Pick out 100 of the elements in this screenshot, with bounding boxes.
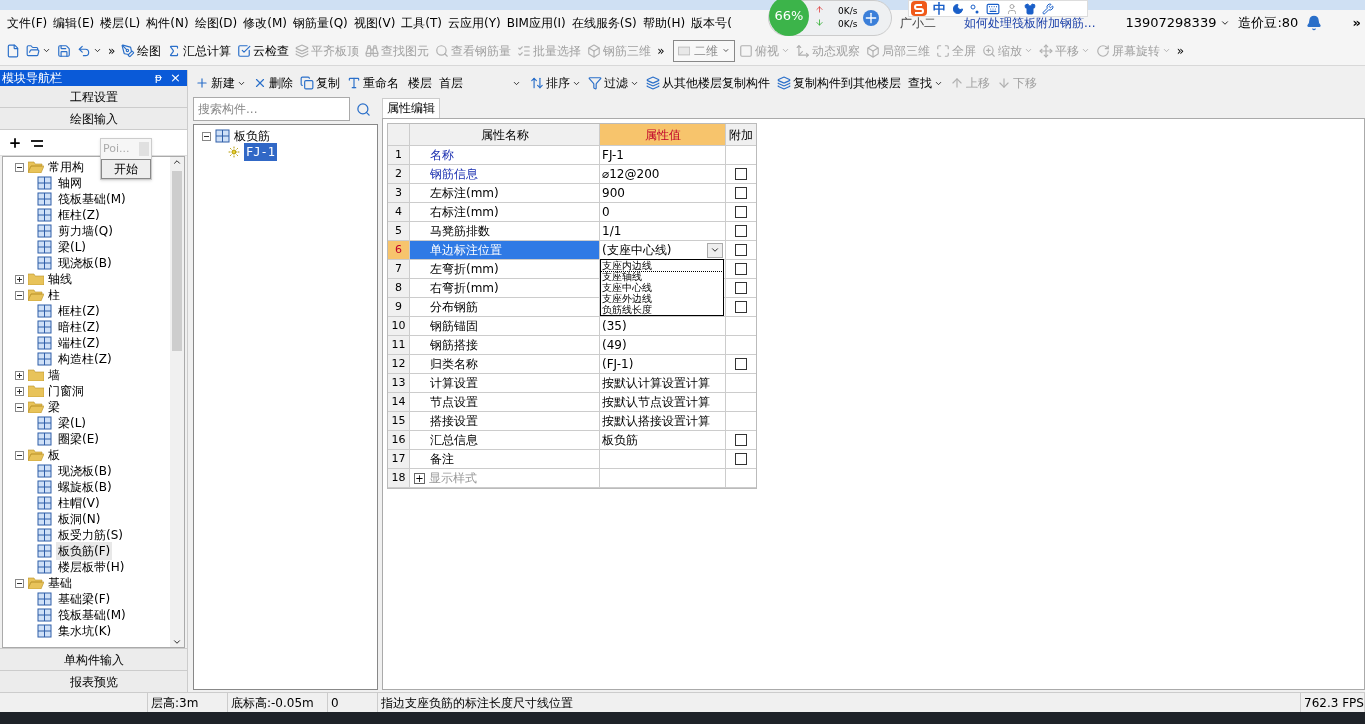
expand-toggle[interactable]: [15, 290, 24, 300]
menu-item[interactable]: 帮助(H): [639, 14, 689, 32]
checkbox[interactable]: [735, 244, 747, 256]
tree-folder[interactable]: 常用构: [48, 158, 84, 176]
dropdown-option[interactable]: 负筋线长度: [601, 304, 723, 315]
plus-icon[interactable]: [863, 10, 880, 26]
dropdown-option[interactable]: 支座中心线: [601, 282, 723, 293]
toolbar-button[interactable]: 过滤: [586, 72, 641, 94]
menu-item[interactable]: 版本号(: [688, 14, 735, 32]
toolbar-button[interactable]: 绘图: [119, 39, 164, 62]
property-value[interactable]: (35): [602, 317, 627, 335]
tree-item[interactable]: 板负筋(F): [56, 542, 113, 560]
property-value[interactable]: 0: [602, 203, 610, 221]
tree-item[interactable]: 基础梁(F): [56, 590, 113, 608]
property-value[interactable]: (FJ-1): [602, 355, 634, 373]
menu-item[interactable]: 楼层(L): [97, 14, 144, 32]
checkbox[interactable]: [735, 168, 747, 180]
scrollbar[interactable]: [170, 157, 184, 647]
more-button[interactable]: »: [1352, 13, 1361, 33]
tree-item[interactable]: 构造柱(Z): [56, 350, 114, 368]
checkbox[interactable]: [735, 434, 747, 446]
menu-item[interactable]: 绘图(D): [191, 14, 241, 32]
toolbar-button[interactable]: 重命名: [345, 72, 401, 94]
dropdown-option[interactable]: 支座轴线: [601, 271, 723, 282]
menu-item[interactable]: 工具(T): [398, 14, 446, 32]
nav-button[interactable]: 单构件输入: [0, 648, 187, 670]
property-value[interactable]: (49): [602, 336, 627, 354]
tree-item[interactable]: 框柱(Z): [56, 206, 102, 224]
tree-item[interactable]: 圈梁(E): [56, 430, 101, 448]
assistant-label[interactable]: 广小二: [900, 14, 936, 32]
search-icon[interactable]: [356, 101, 371, 117]
checkbox[interactable]: [735, 282, 747, 294]
checkbox[interactable]: [735, 358, 747, 370]
keyboard-icon[interactable]: [986, 1, 1000, 16]
scroll-down-icon[interactable]: [172, 637, 182, 647]
wrench-icon[interactable]: [1042, 2, 1054, 15]
tree-item[interactable]: 剪力墙(Q): [56, 222, 115, 240]
toolbar-button[interactable]: 查找: [906, 72, 945, 94]
property-name[interactable]: 名称: [410, 146, 600, 164]
view-select[interactable]: 二维: [672, 39, 735, 62]
tree-item[interactable]: 梁(L): [56, 414, 89, 432]
help-link[interactable]: 如何处理筏板附加钢筋...: [964, 14, 1096, 32]
property-name[interactable]: 左标注(mm): [410, 184, 600, 202]
toolbar-button[interactable]: 删除: [251, 72, 295, 94]
property-name[interactable]: 单边标注位置: [410, 241, 600, 259]
tree-folder[interactable]: 板: [48, 446, 60, 464]
tree-folder[interactable]: 板负筋: [234, 127, 270, 145]
property-value[interactable]: 1/1: [602, 222, 622, 240]
checkbox[interactable]: [735, 206, 747, 218]
property-value[interactable]: ⌀12@200: [602, 165, 660, 183]
scroll-up-icon[interactable]: [172, 157, 182, 167]
menu-item[interactable]: 构件(N): [143, 14, 192, 32]
property-name[interactable]: 钢筋锚固: [410, 317, 600, 335]
checkbox[interactable]: [735, 225, 747, 237]
property-value[interactable]: 板负筋: [602, 431, 638, 449]
tree-folder[interactable]: 门窗洞: [48, 382, 84, 400]
punctuation-icon[interactable]: [970, 3, 980, 14]
nav-button[interactable]: 绘图输入: [0, 108, 187, 130]
input-mode[interactable]: 中: [933, 1, 946, 16]
tree-item[interactable]: 端柱(Z): [56, 334, 102, 352]
close-button[interactable]: ×: [170, 68, 181, 88]
nav-button[interactable]: 工程设置: [0, 86, 187, 108]
property-name[interactable]: 钢筋搭接: [410, 336, 600, 354]
property-name[interactable]: 搭接设置: [410, 412, 600, 430]
dropdown-option[interactable]: 支座外边线: [601, 293, 723, 304]
tree-item[interactable]: 筏板基础(M): [56, 190, 128, 208]
property-value[interactable]: (支座中心线): [602, 241, 672, 259]
tree-item[interactable]: 板洞(N): [56, 510, 103, 528]
expand-toggle[interactable]: +: [414, 472, 425, 484]
menu-item[interactable]: 文件(F): [4, 14, 51, 32]
tree-item[interactable]: 柱帽(V): [56, 494, 102, 512]
floor-select[interactable]: 首层: [435, 73, 525, 93]
expand-toggle[interactable]: [15, 274, 24, 284]
property-name[interactable]: 节点设置: [410, 393, 600, 411]
tree-folder[interactable]: 轴线: [48, 270, 72, 288]
toolbar-button[interactable]: 汇总计算: [165, 39, 234, 62]
menu-item[interactable]: 云应用(Y): [445, 14, 504, 32]
property-name[interactable]: 马凳筋排数: [410, 222, 600, 240]
tree-item[interactable]: 现浇板(B): [56, 254, 114, 272]
checkbox[interactable]: [735, 453, 747, 465]
expand-toggle[interactable]: [15, 386, 24, 396]
tree-item[interactable]: FJ-1: [244, 143, 277, 161]
tree-item[interactable]: 楼层板带(H): [56, 558, 127, 576]
tree-item[interactable]: 筏板基础(M): [56, 606, 128, 624]
shirt-icon[interactable]: [1024, 2, 1036, 15]
pin-button[interactable]: ᵽ: [154, 69, 163, 87]
tree-folder[interactable]: 基础: [48, 574, 72, 592]
property-name[interactable]: + 显示样式: [410, 469, 600, 487]
property-name[interactable]: 计算设置: [410, 374, 600, 392]
tree-folder[interactable]: 梁: [48, 398, 60, 416]
toolbar-button[interactable]: 复制构件到其他楼层: [775, 72, 903, 94]
tree-item[interactable]: 集水坑(K): [56, 622, 114, 640]
menu-item[interactable]: 在线服务(S): [568, 14, 640, 32]
toolbar-button[interactable]: 排序: [528, 72, 583, 94]
menu-item[interactable]: 修改(M): [240, 14, 290, 32]
start-button[interactable]: 开始: [101, 159, 151, 179]
tree-item[interactable]: 螺旋板(B): [56, 478, 114, 496]
tree-item[interactable]: 暗柱(Z): [56, 318, 102, 336]
property-value[interactable]: 900: [602, 184, 625, 202]
checkbox[interactable]: [735, 301, 747, 313]
